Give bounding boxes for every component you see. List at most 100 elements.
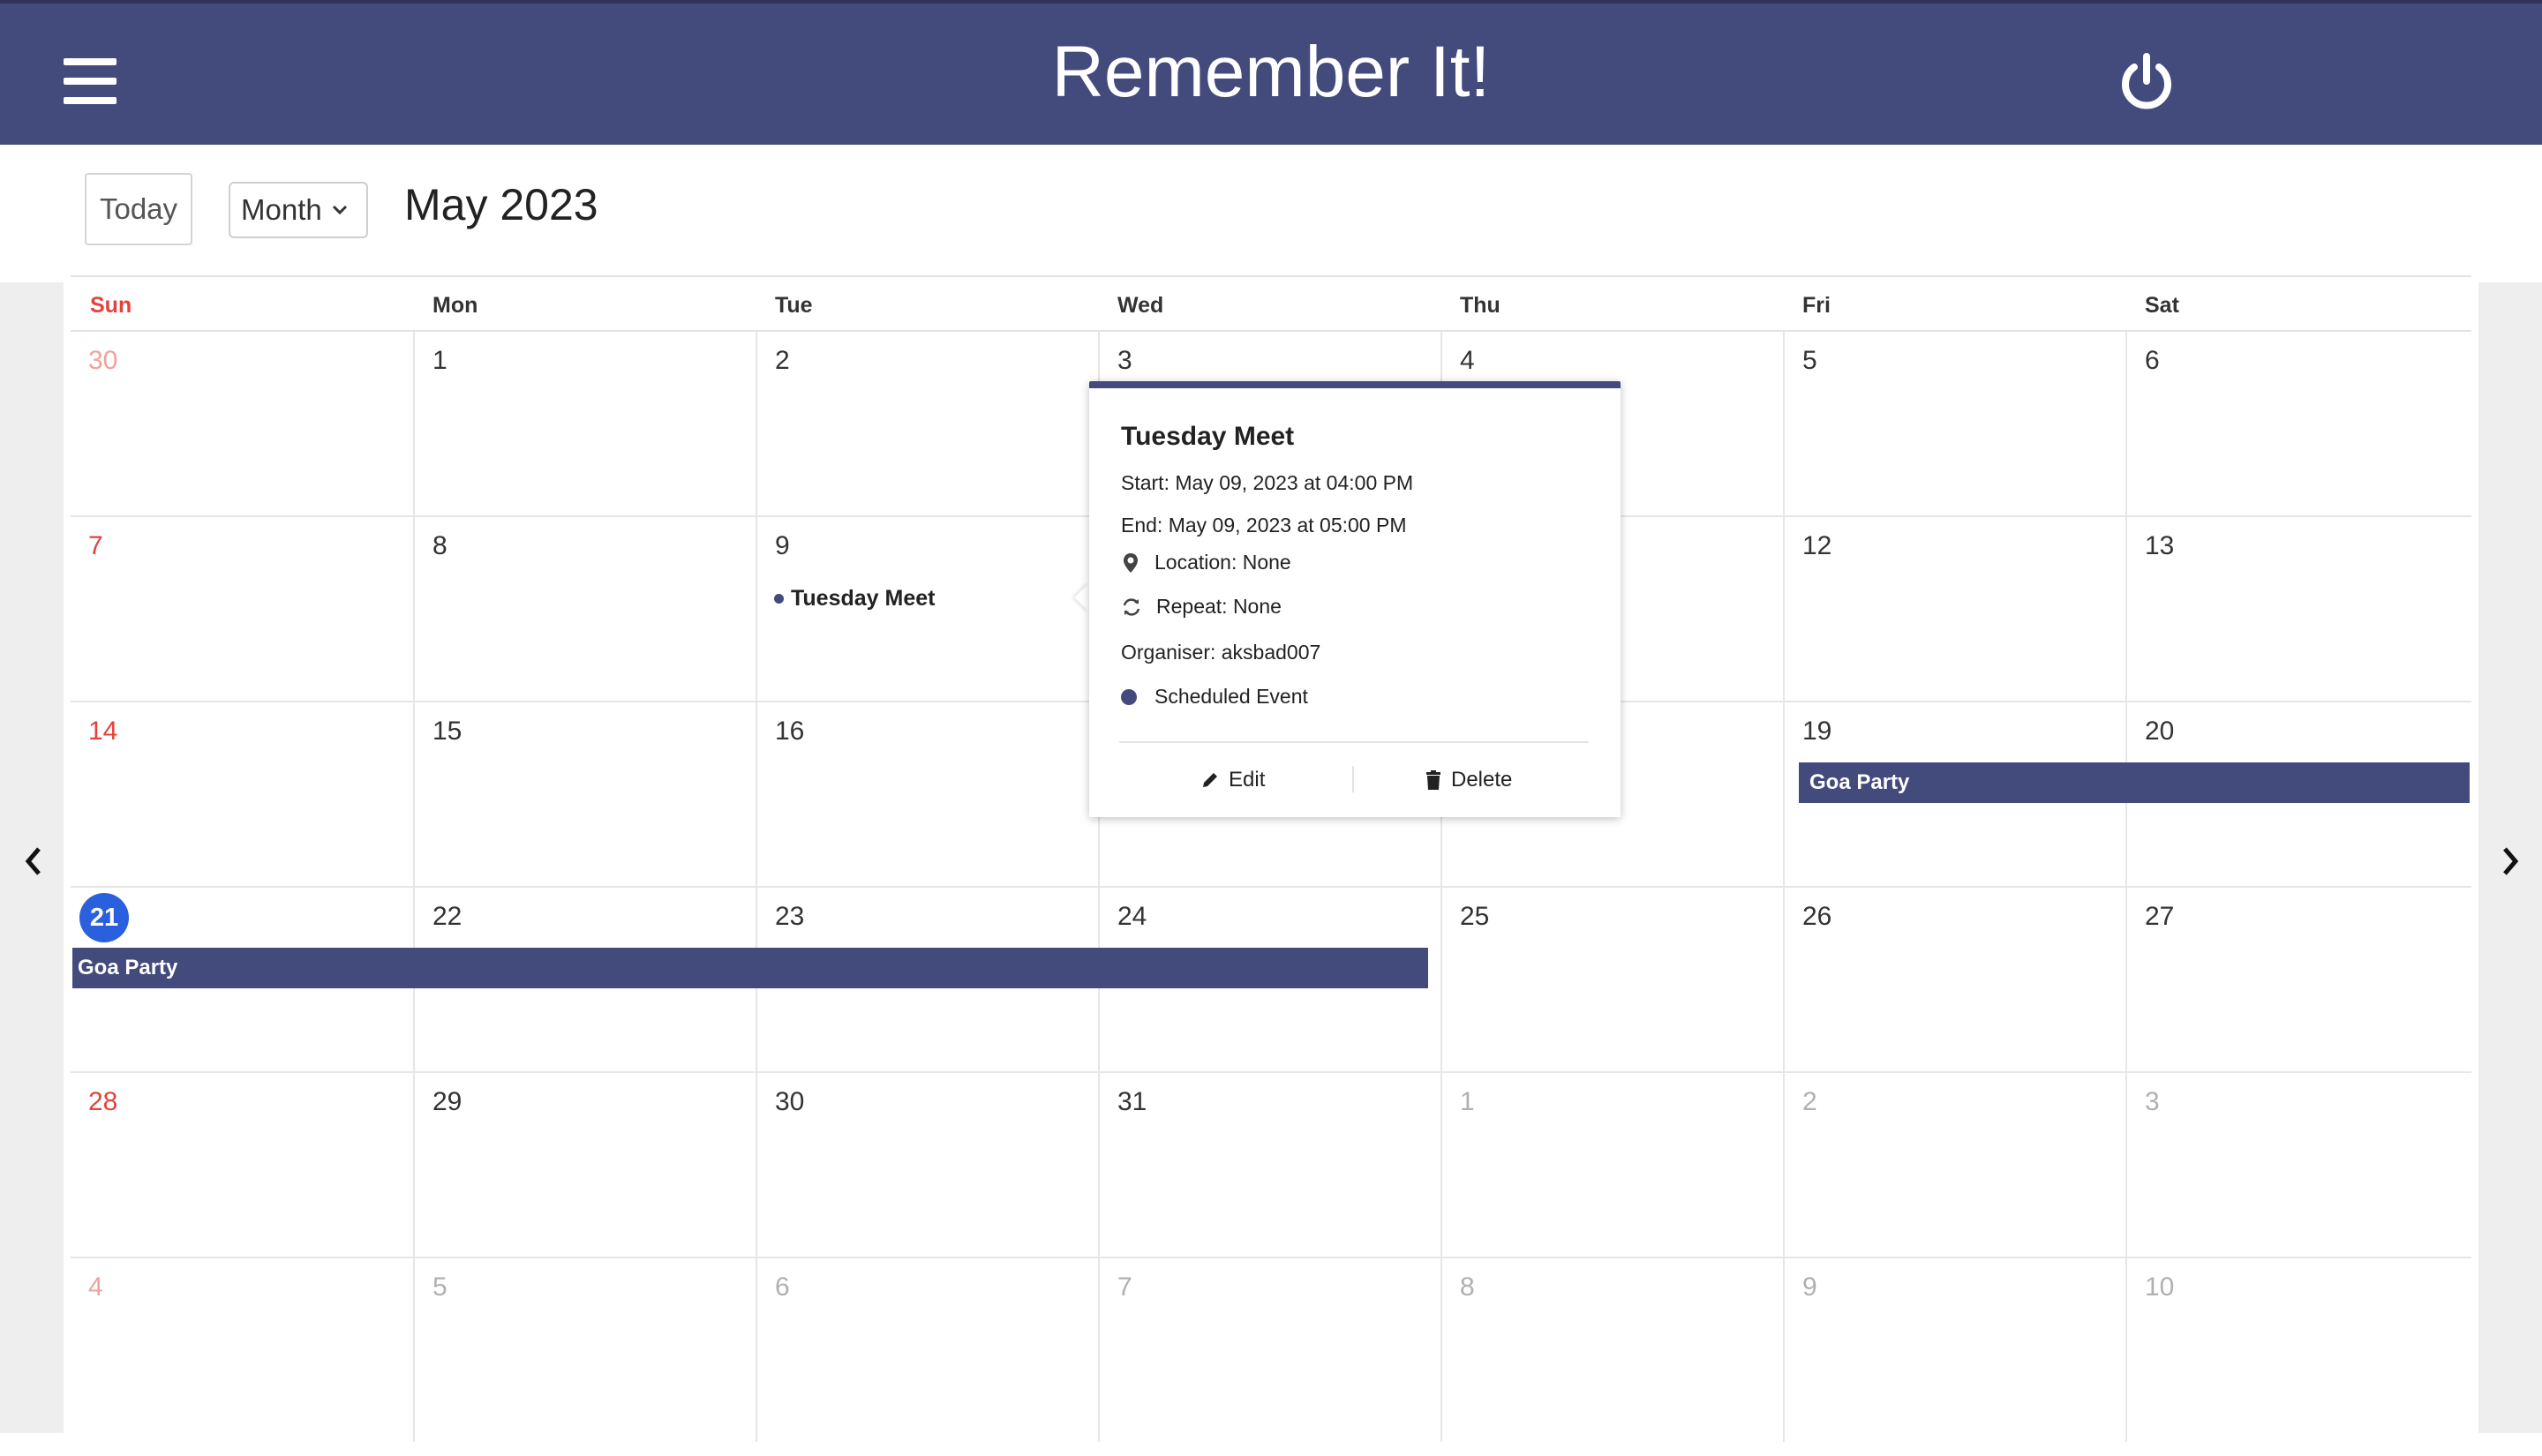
day-cell[interactable]: 2 [1783, 1073, 2125, 1257]
day-number: 5 [1802, 346, 1817, 375]
day-cell[interactable]: 3 [2125, 1073, 2468, 1257]
event-goa-party[interactable]: Goa Party [72, 948, 1428, 988]
day-number: 19 [1802, 717, 1832, 746]
today-indicator: 21 [79, 893, 129, 942]
day-cell[interactable]: 12 [1783, 517, 2125, 701]
day-cell[interactable]: 15 [413, 702, 756, 886]
day-cell[interactable]: 7 [71, 517, 413, 701]
prev-month-button[interactable] [19, 840, 48, 882]
event-end: End: May 09, 2023 at 05:00 PM [1121, 514, 1407, 537]
event-title: Tuesday Meet [791, 586, 936, 611]
pencil-icon [1203, 773, 1217, 787]
day-cell[interactable]: 4 [71, 1258, 413, 1442]
day-cell[interactable]: 7 [1098, 1258, 1440, 1442]
day-number: 20 [2145, 717, 2175, 746]
day-cell[interactable]: 31 [1098, 1073, 1440, 1257]
day-cell[interactable]: 13 [2125, 517, 2468, 701]
today-button[interactable]: Today [85, 173, 192, 245]
day-cell[interactable]: 30 [71, 332, 413, 515]
next-month-button[interactable] [2496, 840, 2524, 882]
day-cell[interactable]: 1 [413, 332, 756, 515]
day-number: 9 [1802, 1272, 1817, 1302]
weekday-label: Thu [1460, 293, 1500, 318]
day-number: 29 [432, 1087, 463, 1116]
chevron-right-icon [2503, 847, 2519, 875]
event-category-text: Scheduled Event [1154, 685, 1308, 708]
edit-label: Edit [1229, 768, 1266, 792]
event-details-popover: Tuesday Meet Start: May 09, 2023 at 04:0… [1089, 381, 1621, 817]
delete-button[interactable]: Delete [1425, 768, 1512, 792]
day-cell[interactable]: 8 [1440, 1258, 1783, 1442]
day-number: 1 [432, 346, 447, 375]
day-number: 30 [775, 1087, 805, 1116]
day-number: 5 [432, 1272, 447, 1302]
day-cell[interactable]: 5 [1783, 332, 2125, 515]
weekday-label: Fri [1802, 293, 1831, 318]
day-number: 7 [1117, 1272, 1132, 1302]
day-number: 8 [1460, 1272, 1475, 1302]
day-cell[interactable]: 9 [1783, 1258, 2125, 1442]
day-cell[interactable]: 30 [756, 1073, 1098, 1257]
chevron-left-icon [25, 847, 41, 875]
day-cell[interactable]: 5 [413, 1258, 756, 1442]
power-icon[interactable] [2115, 49, 2178, 113]
period-title: May 2023 [404, 180, 598, 229]
day-cell[interactable]: 16 [756, 702, 1098, 886]
day-number: 10 [2145, 1272, 2175, 1302]
weekday-label: Mon [432, 293, 478, 318]
event-repeat-text: Repeat: None [1156, 595, 1282, 618]
day-number: 4 [88, 1272, 103, 1302]
day-number: 2 [1802, 1087, 1817, 1116]
event-location-text: Location: None [1154, 551, 1291, 574]
repeat-icon [1123, 597, 1140, 616]
event-category: Scheduled Event [1121, 685, 1308, 709]
week-row: 28 29 30 31 1 2 3 [71, 1073, 2471, 1258]
event-tuesday-meet[interactable]: Tuesday Meet [774, 586, 935, 612]
day-cell[interactable]: 25 [1440, 888, 1783, 1071]
app-header: Remember It! [0, 0, 2542, 145]
day-cell[interactable]: 8 [413, 517, 756, 701]
day-number: 1 [1460, 1087, 1475, 1116]
day-number: 23 [775, 902, 805, 931]
button-separator [1352, 766, 1354, 792]
day-cell[interactable]: 29 [413, 1073, 756, 1257]
day-number: 24 [1117, 902, 1147, 931]
day-cell[interactable]: 28 [71, 1073, 413, 1257]
day-number: 26 [1802, 902, 1832, 931]
event-dot [774, 594, 784, 604]
event-organiser: Organiser: aksbad007 [1121, 641, 1321, 664]
day-number: 2 [775, 346, 790, 375]
day-number: 13 [2145, 531, 2175, 560]
view-select[interactable]: Month [229, 182, 368, 238]
day-cell[interactable]: 10 [2125, 1258, 2468, 1442]
day-cell[interactable]: 2 [756, 332, 1098, 515]
day-cell[interactable]: 26 [1783, 888, 2125, 1071]
event-location: Location: None [1121, 551, 1291, 574]
edit-button[interactable]: Edit [1200, 768, 1265, 792]
day-number: 12 [1802, 531, 1832, 560]
day-number: 4 [1460, 346, 1475, 375]
day-number: 14 [88, 717, 118, 746]
event-repeat: Repeat: None [1121, 595, 1282, 619]
day-number: 16 [775, 717, 805, 746]
popover-title: Tuesday Meet [1121, 422, 1295, 451]
day-number: 25 [1460, 902, 1490, 931]
week-row: 4 5 6 7 8 9 10 [71, 1258, 2471, 1444]
chevron-down-icon [332, 205, 347, 215]
day-number: 7 [88, 531, 103, 560]
day-number: 31 [1117, 1087, 1147, 1116]
day-number: 27 [2145, 902, 2175, 931]
day-number: 3 [2145, 1087, 2160, 1116]
day-number: 28 [88, 1087, 118, 1116]
weekday-label: Sun [90, 293, 132, 318]
day-cell[interactable]: 6 [2125, 332, 2468, 515]
day-cell[interactable]: 1 [1440, 1073, 1783, 1257]
day-cell[interactable]: 6 [756, 1258, 1098, 1442]
day-cell[interactable]: 27 [2125, 888, 2468, 1071]
weekday-label: Tue [775, 293, 813, 318]
event-goa-party[interactable]: Goa Party [1799, 762, 2470, 803]
view-select-value: Month [241, 193, 322, 226]
day-cell[interactable]: 14 [71, 702, 413, 886]
day-number: 3 [1117, 346, 1132, 375]
trash-icon [1426, 770, 1440, 790]
